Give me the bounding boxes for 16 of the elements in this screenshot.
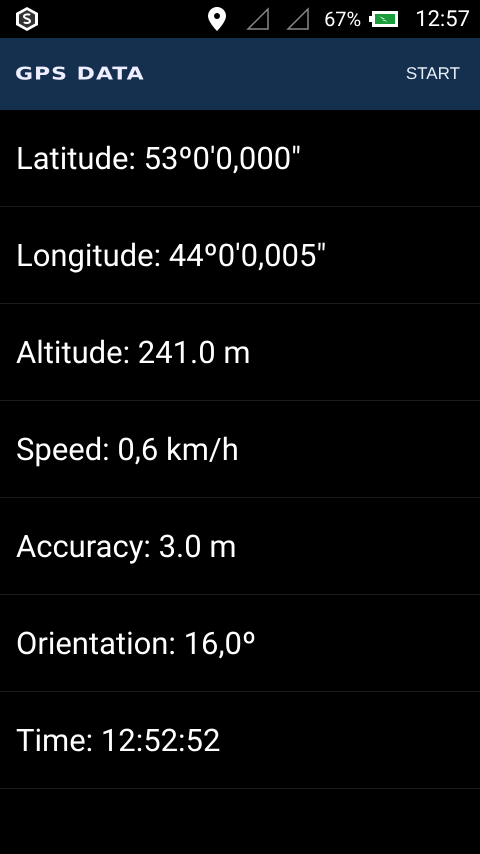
- reading-text: Time: 12:52:52: [16, 722, 220, 758]
- reading-text: Longitude: 44º0'0,005": [16, 236, 326, 274]
- clock-time: 12:57: [415, 6, 470, 32]
- reading-text: Speed: 0,6 km/h: [16, 430, 239, 468]
- shield-icon: [14, 6, 40, 32]
- app-title: GPS DATA: [15, 64, 145, 84]
- signal-icon: [246, 7, 270, 31]
- signal-icon: [286, 7, 310, 31]
- reading-text: Altitude: 241.0 m: [16, 334, 251, 370]
- reading-text: Accuracy: 3.0 m: [16, 528, 237, 564]
- start-button[interactable]: START: [406, 58, 460, 90]
- reading-text: Orientation: 16,0º: [16, 624, 256, 662]
- reading-text: Latitude: 53º0'0,000": [16, 140, 302, 176]
- battery-percentage: 67%: [324, 7, 362, 31]
- battery-charging-icon: [369, 10, 400, 28]
- location-pin-icon: [208, 7, 226, 31]
